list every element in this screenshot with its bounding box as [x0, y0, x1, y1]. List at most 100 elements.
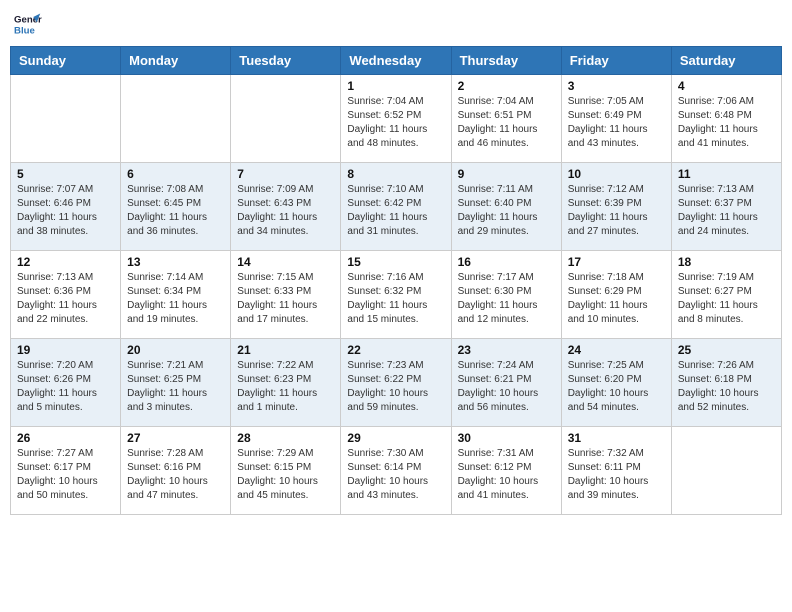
calendar-week-row: 19 Sunrise: 7:20 AM Sunset: 6:26 PM Dayli…	[11, 339, 782, 427]
day-number: 29	[347, 431, 444, 445]
day-info: Sunrise: 7:16 AM Sunset: 6:32 PM Dayligh…	[347, 271, 444, 327]
day-info: Sunrise: 7:31 AM Sunset: 6:12 PM Dayligh…	[458, 447, 555, 503]
day-info: Sunrise: 7:04 AM Sunset: 6:51 PM Dayligh…	[458, 95, 555, 151]
day-info: Sunrise: 7:19 AM Sunset: 6:27 PM Dayligh…	[678, 271, 775, 327]
weekday-header-saturday: Saturday	[671, 47, 781, 75]
svg-text:Blue: Blue	[14, 26, 35, 37]
calendar-cell: 30 Sunrise: 7:31 AM Sunset: 6:12 PM Dayli…	[451, 427, 561, 515]
calendar-cell: 11 Sunrise: 7:13 AM Sunset: 6:37 PM Dayli…	[671, 163, 781, 251]
day-number: 12	[17, 255, 114, 269]
calendar-cell: 15 Sunrise: 7:16 AM Sunset: 6:32 PM Dayli…	[341, 251, 451, 339]
day-number: 1	[347, 79, 444, 93]
calendar-cell: 16 Sunrise: 7:17 AM Sunset: 6:30 PM Dayli…	[451, 251, 561, 339]
weekday-header-thursday: Thursday	[451, 47, 561, 75]
calendar-cell: 31Sunrise: 7:32 AM Sunset: 6:11 PM Dayli…	[561, 427, 671, 515]
day-info: Sunrise: 7:17 AM Sunset: 6:30 PM Dayligh…	[458, 271, 555, 327]
calendar-cell: 20 Sunrise: 7:21 AM Sunset: 6:25 PM Dayli…	[121, 339, 231, 427]
day-info: Sunrise: 7:24 AM Sunset: 6:21 PM Dayligh…	[458, 359, 555, 415]
day-info: Sunrise: 7:28 AM Sunset: 6:16 PM Dayligh…	[127, 447, 224, 503]
calendar-cell	[231, 75, 341, 163]
weekday-header-wednesday: Wednesday	[341, 47, 451, 75]
day-number: 28	[237, 431, 334, 445]
calendar-cell: 27 Sunrise: 7:28 AM Sunset: 6:16 PM Dayli…	[121, 427, 231, 515]
day-number: 30	[458, 431, 555, 445]
weekday-header-tuesday: Tuesday	[231, 47, 341, 75]
calendar-table: SundayMondayTuesdayWednesdayThursdayFrid…	[10, 46, 782, 515]
day-info: Sunrise: 7:27 AM Sunset: 6:17 PM Dayligh…	[17, 447, 114, 503]
calendar-week-row: 5Sunrise: 7:07 AM Sunset: 6:46 PM Daylig…	[11, 163, 782, 251]
day-number: 13	[127, 255, 224, 269]
day-number: 14	[237, 255, 334, 269]
day-number: 16	[458, 255, 555, 269]
day-info: Sunrise: 7:15 AM Sunset: 6:33 PM Dayligh…	[237, 271, 334, 327]
day-info: Sunrise: 7:04 AM Sunset: 6:52 PM Dayligh…	[347, 95, 444, 151]
weekday-header-monday: Monday	[121, 47, 231, 75]
day-number: 25	[678, 343, 775, 357]
calendar-week-row: 1 Sunrise: 7:04 AM Sunset: 6:52 PM Daylig…	[11, 75, 782, 163]
calendar-cell	[11, 75, 121, 163]
day-number: 5	[17, 167, 114, 181]
day-info: Sunrise: 7:21 AM Sunset: 6:25 PM Dayligh…	[127, 359, 224, 415]
day-number: 21	[237, 343, 334, 357]
day-number: 7	[237, 167, 334, 181]
calendar-cell: 6 Sunrise: 7:08 AM Sunset: 6:45 PM Daylig…	[121, 163, 231, 251]
day-info: Sunrise: 7:29 AM Sunset: 6:15 PM Dayligh…	[237, 447, 334, 503]
calendar-cell: 13Sunrise: 7:14 AM Sunset: 6:34 PM Dayli…	[121, 251, 231, 339]
calendar-cell: 9 Sunrise: 7:11 AM Sunset: 6:40 PM Daylig…	[451, 163, 561, 251]
day-number: 20	[127, 343, 224, 357]
calendar-cell: 3 Sunrise: 7:05 AM Sunset: 6:49 PM Daylig…	[561, 75, 671, 163]
calendar-cell: 2 Sunrise: 7:04 AM Sunset: 6:51 PM Daylig…	[451, 75, 561, 163]
calendar-cell: 22Sunrise: 7:23 AM Sunset: 6:22 PM Dayli…	[341, 339, 451, 427]
calendar-cell: 17 Sunrise: 7:18 AM Sunset: 6:29 PM Dayli…	[561, 251, 671, 339]
day-info: Sunrise: 7:20 AM Sunset: 6:26 PM Dayligh…	[17, 359, 114, 415]
day-number: 24	[568, 343, 665, 357]
day-number: 4	[678, 79, 775, 93]
day-info: Sunrise: 7:05 AM Sunset: 6:49 PM Dayligh…	[568, 95, 665, 151]
logo-icon: General Blue	[14, 10, 42, 38]
calendar-week-row: 26 Sunrise: 7:27 AM Sunset: 6:17 PM Dayli…	[11, 427, 782, 515]
day-number: 18	[678, 255, 775, 269]
day-info: Sunrise: 7:09 AM Sunset: 6:43 PM Dayligh…	[237, 183, 334, 239]
day-number: 8	[347, 167, 444, 181]
calendar-cell: 14 Sunrise: 7:15 AM Sunset: 6:33 PM Dayli…	[231, 251, 341, 339]
day-number: 10	[568, 167, 665, 181]
day-number: 23	[458, 343, 555, 357]
day-info: Sunrise: 7:22 AM Sunset: 6:23 PM Dayligh…	[237, 359, 334, 415]
calendar-cell	[121, 75, 231, 163]
day-number: 2	[458, 79, 555, 93]
calendar-cell: 4Sunrise: 7:06 AM Sunset: 6:48 PM Daylig…	[671, 75, 781, 163]
calendar-cell: 12 Sunrise: 7:13 AM Sunset: 6:36 PM Dayli…	[11, 251, 121, 339]
day-info: Sunrise: 7:08 AM Sunset: 6:45 PM Dayligh…	[127, 183, 224, 239]
day-number: 17	[568, 255, 665, 269]
calendar-cell: 19 Sunrise: 7:20 AM Sunset: 6:26 PM Dayli…	[11, 339, 121, 427]
calendar-cell: 24 Sunrise: 7:25 AM Sunset: 6:20 PM Dayli…	[561, 339, 671, 427]
day-number: 15	[347, 255, 444, 269]
day-number: 3	[568, 79, 665, 93]
day-number: 26	[17, 431, 114, 445]
calendar-week-row: 12 Sunrise: 7:13 AM Sunset: 6:36 PM Dayli…	[11, 251, 782, 339]
calendar-cell: 8 Sunrise: 7:10 AM Sunset: 6:42 PM Daylig…	[341, 163, 451, 251]
day-info: Sunrise: 7:10 AM Sunset: 6:42 PM Dayligh…	[347, 183, 444, 239]
weekday-header-row: SundayMondayTuesdayWednesdayThursdayFrid…	[11, 47, 782, 75]
day-number: 19	[17, 343, 114, 357]
day-info: Sunrise: 7:30 AM Sunset: 6:14 PM Dayligh…	[347, 447, 444, 503]
day-info: Sunrise: 7:25 AM Sunset: 6:20 PM Dayligh…	[568, 359, 665, 415]
calendar-cell: 28 Sunrise: 7:29 AM Sunset: 6:15 PM Dayli…	[231, 427, 341, 515]
calendar-cell: 18 Sunrise: 7:19 AM Sunset: 6:27 PM Dayli…	[671, 251, 781, 339]
weekday-header-sunday: Sunday	[11, 47, 121, 75]
day-number: 9	[458, 167, 555, 181]
day-number: 11	[678, 167, 775, 181]
calendar-cell: 26 Sunrise: 7:27 AM Sunset: 6:17 PM Dayli…	[11, 427, 121, 515]
day-info: Sunrise: 7:32 AM Sunset: 6:11 PM Dayligh…	[568, 447, 665, 503]
calendar-cell: 29 Sunrise: 7:30 AM Sunset: 6:14 PM Dayli…	[341, 427, 451, 515]
day-info: Sunrise: 7:11 AM Sunset: 6:40 PM Dayligh…	[458, 183, 555, 239]
day-number: 6	[127, 167, 224, 181]
day-info: Sunrise: 7:13 AM Sunset: 6:36 PM Dayligh…	[17, 271, 114, 327]
day-info: Sunrise: 7:13 AM Sunset: 6:37 PM Dayligh…	[678, 183, 775, 239]
day-number: 27	[127, 431, 224, 445]
calendar-cell: 7 Sunrise: 7:09 AM Sunset: 6:43 PM Daylig…	[231, 163, 341, 251]
logo: General Blue	[14, 10, 46, 38]
calendar-cell: 21 Sunrise: 7:22 AM Sunset: 6:23 PM Dayli…	[231, 339, 341, 427]
day-info: Sunrise: 7:18 AM Sunset: 6:29 PM Dayligh…	[568, 271, 665, 327]
day-number: 22	[347, 343, 444, 357]
